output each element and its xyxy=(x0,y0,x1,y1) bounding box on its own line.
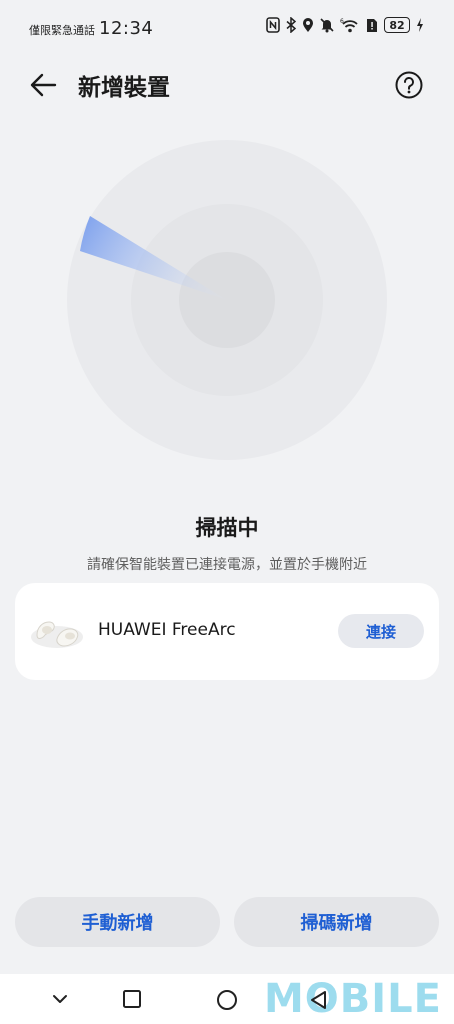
triangle-back-icon xyxy=(311,991,326,1009)
title-bar: 新增裝置 xyxy=(0,60,454,110)
earbuds-image xyxy=(29,613,85,651)
mute-icon xyxy=(320,17,334,33)
nav-hide-button[interactable] xyxy=(50,989,70,1013)
sim-icon xyxy=(366,17,378,33)
system-nav-bar: MOBILE xyxy=(0,974,454,1024)
charging-icon xyxy=(416,17,424,33)
wifi-icon: 6 xyxy=(340,17,360,33)
help-button[interactable] xyxy=(394,70,424,100)
arrow-left-icon xyxy=(30,73,57,97)
square-icon xyxy=(123,990,141,1008)
scan-instruction: 請確保智能裝置已連接電源，並置於手機附近 xyxy=(87,557,367,573)
scan-code-add-button[interactable]: 掃碼新增 xyxy=(234,897,439,947)
status-left: 僅限緊急通話 12:34 xyxy=(29,18,153,39)
scanning-radar xyxy=(66,139,388,461)
back-button[interactable] xyxy=(28,70,60,100)
nfc-icon xyxy=(266,17,280,33)
battery-icon: 82 xyxy=(384,17,410,33)
nav-home-button[interactable] xyxy=(216,989,238,1015)
carrier-text: 僅限緊急通話 xyxy=(29,24,95,37)
page-title: 新增裝置 xyxy=(78,75,170,101)
scan-status-title: 掃描中 xyxy=(195,516,259,540)
bluetooth-icon xyxy=(286,17,296,33)
nav-recents-button[interactable] xyxy=(122,989,142,1013)
circle-icon xyxy=(217,990,237,1010)
chevron-down-icon xyxy=(53,995,67,1003)
status-icons: 6 82 xyxy=(266,17,424,33)
device-card: HUAWEI FreeArc 連接 xyxy=(15,583,439,680)
location-icon xyxy=(302,17,314,33)
watermark: MOBILE xyxy=(264,976,442,1022)
clock: 12:34 xyxy=(99,18,154,39)
manual-add-button[interactable]: 手動新增 xyxy=(15,897,220,947)
device-name: HUAWEI FreeArc xyxy=(98,620,236,640)
nav-back-button[interactable] xyxy=(308,989,330,1015)
status-bar: 僅限緊急通話 12:34 6 82 xyxy=(0,0,454,56)
help-circle-icon xyxy=(395,71,423,99)
connect-button[interactable]: 連接 xyxy=(338,614,424,648)
